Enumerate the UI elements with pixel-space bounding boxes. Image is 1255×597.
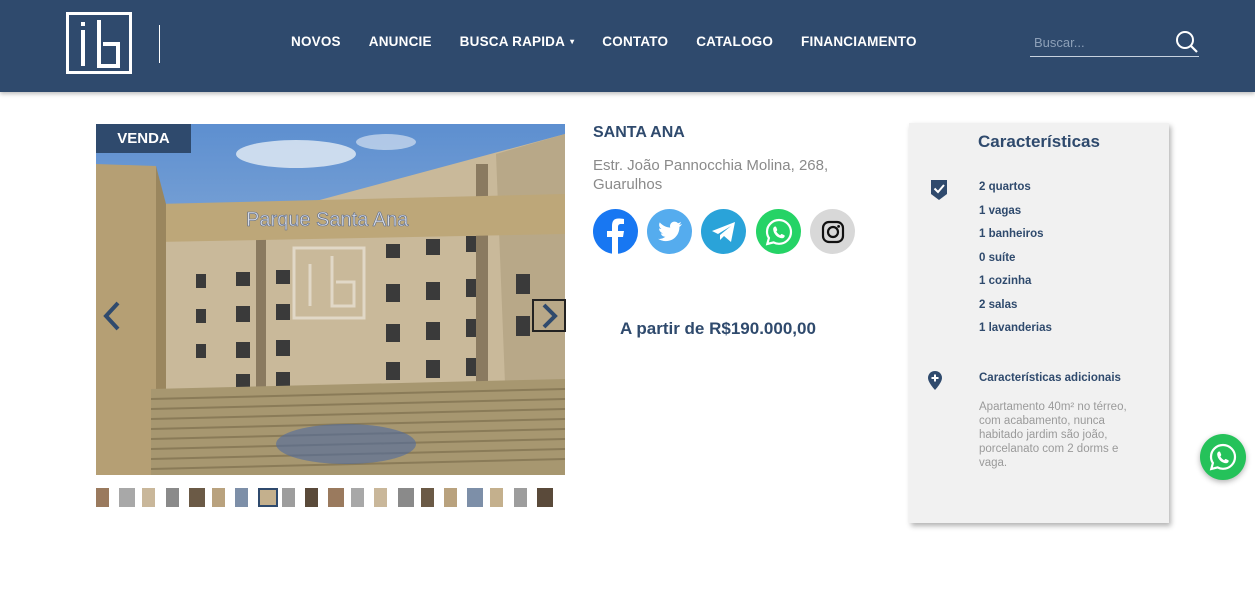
facebook-icon — [593, 209, 638, 254]
photo-thumbnail[interactable] — [444, 488, 457, 507]
nav-busca-rapida[interactable]: BUSCA RAPIDA ▾ — [460, 34, 575, 49]
photo-thumbnail[interactable] — [305, 488, 318, 507]
photo-thumbnail[interactable] — [235, 488, 248, 507]
feature-suite: 0 suíte — [979, 251, 1016, 264]
photo-thumbnail[interactable] — [398, 488, 414, 507]
photo-thumbnail[interactable] — [96, 488, 109, 507]
nav-novos[interactable]: NOVOS — [291, 34, 341, 49]
photo-thumbnail[interactable] — [374, 488, 387, 507]
instagram-share-button[interactable] — [810, 209, 855, 254]
brand-logo[interactable] — [66, 12, 132, 74]
photo-thumbnail[interactable] — [142, 488, 155, 507]
twitter-share-button[interactable] — [647, 209, 692, 254]
main-nav: NOVOS ANUNCIE BUSCA RAPIDA ▾ CONTATO CATA… — [291, 34, 945, 49]
photo-thumbnail[interactable] — [212, 488, 225, 507]
sign-text: Parque Santa Ana — [246, 209, 409, 231]
photo-thumbnail[interactable] — [328, 488, 344, 507]
photo-thumbnail[interactable] — [282, 488, 295, 507]
feature-banheiros: 1 banheiros — [979, 228, 1044, 240]
listing-type-badge: VENDA — [96, 124, 191, 153]
check-shield-icon — [931, 180, 947, 200]
photo-thumbnail[interactable] — [119, 488, 135, 507]
features-card: Características 2 quartos 1 vagas 1 banh… — [909, 123, 1169, 523]
additional-features-text: Apartamento 40m² no térreo, com acabamen… — [979, 401, 1127, 469]
feature-vagas: 1 vagas — [979, 204, 1022, 217]
whatsapp-icon — [765, 218, 792, 246]
listing-title: SANTA ANA — [593, 124, 685, 141]
map-pin-plus-icon — [928, 371, 942, 390]
additional-features-title: Características adicionais — [979, 372, 1121, 384]
site-header: NOVOS ANUNCIE BUSCA RAPIDA ▾ CONTATO CATA… — [0, 0, 1255, 92]
telegram-icon — [711, 221, 735, 242]
features-list: 2 quartos 1 vagas 1 banheiros 0 suíte 1 … — [979, 180, 1052, 345]
instagram-icon — [821, 220, 844, 243]
feature-quartos: 2 quartos — [979, 181, 1031, 193]
logo-divider — [159, 25, 160, 63]
search-box — [1030, 28, 1199, 57]
photo-thumbnail[interactable] — [467, 488, 483, 507]
chevron-right-icon — [542, 303, 558, 328]
whatsapp-icon — [1209, 443, 1237, 471]
photo-thumbnail[interactable] — [189, 488, 205, 507]
nav-contato[interactable]: CONTATO — [602, 34, 668, 49]
whatsapp-share-button[interactable] — [756, 209, 801, 254]
photo-thumbnail[interactable] — [421, 488, 434, 507]
telegram-share-button[interactable] — [701, 209, 746, 254]
nav-financiamento[interactable]: FINANCIAMENTO — [801, 34, 917, 49]
search-input[interactable] — [1034, 32, 1164, 52]
photo-thumbnail[interactable] — [166, 488, 179, 507]
photo-thumbnail[interactable] — [490, 488, 503, 507]
photo-thumbnail[interactable] — [514, 488, 527, 507]
whatsapp-chat-button[interactable] — [1200, 434, 1246, 480]
feature-salas: 2 salas — [979, 298, 1018, 311]
photo-thumbnail[interactable] — [258, 488, 278, 507]
search-icon[interactable] — [1175, 30, 1199, 54]
chevron-down-icon: ▾ — [570, 37, 575, 46]
listing-address: Estr. João Pannocchia Molina, 268, Guaru… — [593, 157, 829, 193]
thumbnail-strip — [96, 488, 566, 508]
features-title: Características — [978, 132, 1100, 151]
chevron-left-icon[interactable] — [100, 300, 124, 332]
facebook-share-button[interactable] — [593, 209, 638, 254]
nav-anuncie[interactable]: ANUNCIE — [369, 34, 432, 49]
next-photo-button[interactable] — [532, 299, 566, 332]
listing-price: A partir de R$190.000,00 — [620, 319, 816, 338]
feature-lavanderias: 1 lavanderias — [979, 322, 1052, 334]
listing-photo: Parque Santa Ana — [96, 124, 565, 475]
nav-catalogo[interactable]: CATALOGO — [696, 34, 773, 49]
photo-thumbnail[interactable] — [537, 488, 553, 507]
twitter-icon — [657, 221, 682, 241]
photo-thumbnail[interactable] — [351, 488, 364, 507]
feature-cozinha: 1 cozinha — [979, 275, 1032, 287]
